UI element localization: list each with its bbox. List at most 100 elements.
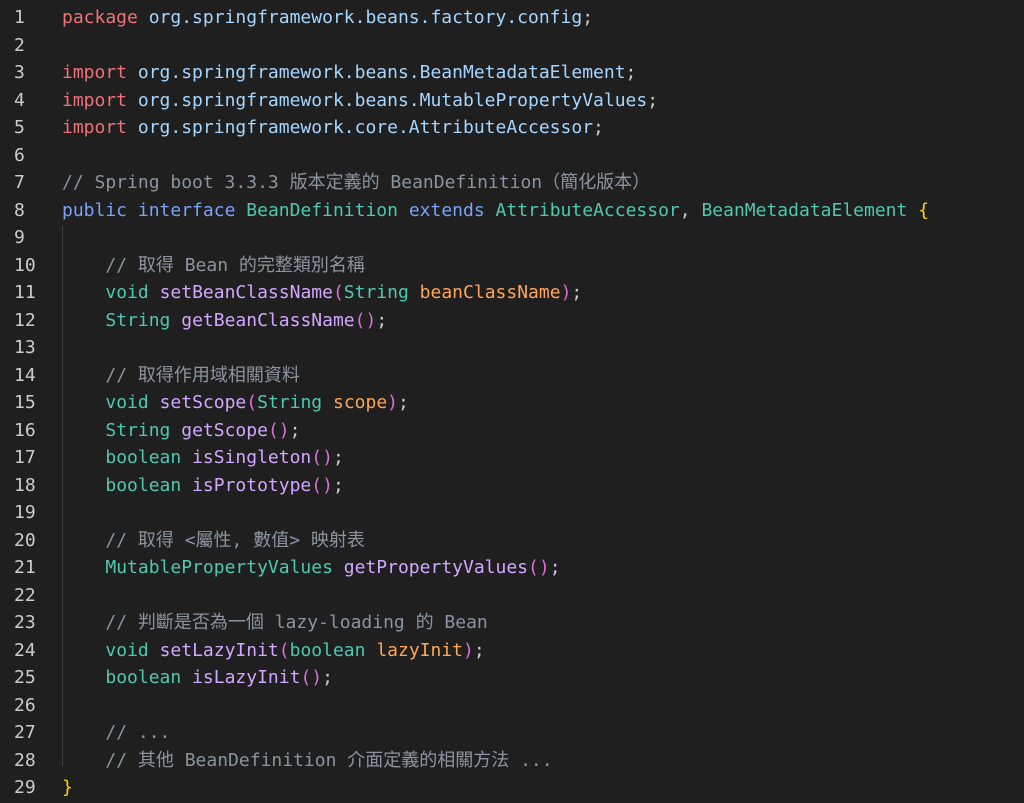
code-token: String (105, 309, 171, 331)
code-token: getPropertyValues (343, 557, 529, 578)
line-number: 19 (14, 502, 36, 523)
code-line[interactable]: 28 // 其他 BeanDefinition 介面定義的相關方法 ... (0, 747, 1024, 775)
code-token: boolean (289, 639, 366, 661)
code-line[interactable]: 20 // 取得 <屬性, 數值> 映射表 (0, 527, 1024, 555)
code-line[interactable]: 7 // Spring boot 3.3.3 版本定義的 BeanDefiniti… (0, 169, 1024, 197)
code-line[interactable]: 25 boolean isLazyInit(); (0, 664, 1024, 692)
code-line[interactable]: 29} (0, 774, 1024, 802)
code-line[interactable]: 23 // 判斷是否為一個 lazy-loading 的 Bean (0, 609, 1024, 637)
code-token: () (311, 474, 333, 496)
line-code: import org.springframework.beans.Mutable… (62, 87, 658, 115)
code-line[interactable]: 26 (0, 692, 1024, 720)
line-code: import org.springframework.beans.BeanMet… (62, 59, 636, 87)
line-number: 14 (14, 364, 36, 386)
code-token: () (311, 447, 333, 468)
code-line[interactable]: 27 // ... (0, 719, 1024, 747)
code-token: () (300, 667, 323, 688)
code-token: String (105, 419, 171, 441)
code-token: ; (332, 447, 344, 468)
code-token: org.springframework.core.AttributeAccess… (137, 117, 594, 138)
code-token: BeanDefinition (246, 199, 398, 221)
code-line[interactable]: 9 (0, 224, 1024, 252)
code-token: AttributeAccessor (495, 199, 680, 221)
code-token: package (62, 7, 138, 28)
code-line[interactable]: 6 (0, 142, 1024, 170)
code-line[interactable]: 14 // 取得作用域相關資料 (0, 362, 1024, 390)
code-line[interactable]: 19 (0, 499, 1024, 527)
code-token: ; (332, 474, 344, 496)
code-line[interactable]: 16 String getScope(); (0, 417, 1024, 445)
code-token: BeanMetadataElement (701, 199, 908, 221)
code-token: ; (376, 309, 388, 331)
code-token: // 取得 Bean 的完整類別名稱 (105, 254, 365, 276)
line-code: // ... (62, 719, 170, 747)
code-line[interactable]: 8 public interface BeanDefinition extends… (0, 197, 1024, 225)
line-number: 28 (14, 749, 36, 771)
code-token: org.springframework.beans.factory.config (148, 7, 583, 28)
line-number: 26 (14, 694, 36, 716)
code-line[interactable]: 2 (0, 32, 1024, 60)
code-line[interactable]: 21 MutablePropertyValues getPropertyValu… (0, 554, 1024, 582)
code-line[interactable]: 18 boolean isPrototype(); (0, 472, 1024, 500)
line-number: 18 (14, 474, 36, 496)
line-number: 27 (14, 722, 36, 743)
line-code: import org.springframework.core.Attribut… (62, 114, 604, 142)
code-token: ; (322, 667, 333, 688)
code-token: import (62, 89, 128, 111)
line-number: 24 (14, 639, 36, 661)
code-token: setBeanClassName (159, 282, 333, 303)
code-token: void (105, 282, 149, 303)
line-number: 5 (14, 117, 25, 138)
line-code: // 其他 BeanDefinition 介面定義的相關方法 ... (62, 747, 552, 775)
line-number: 23 (14, 612, 36, 633)
code-line[interactable]: 15 void setScope(String scope); (0, 389, 1024, 417)
code-line[interactable]: 10 // 取得 Bean 的完整類別名稱 (0, 252, 1024, 280)
code-token: // 取得作用域相關資料 (105, 364, 300, 386)
code-line[interactable]: 13 (0, 334, 1024, 362)
line-code: MutablePropertyValues getPropertyValues(… (62, 554, 560, 582)
code-line[interactable]: 24 void setLazyInit(boolean lazyInit); (0, 637, 1024, 665)
code-line[interactable]: 22 (0, 582, 1024, 610)
line-code: // 判斷是否為一個 lazy-loading 的 Bean (62, 609, 487, 637)
code-token: MutablePropertyValues (105, 557, 333, 578)
code-token: ; (582, 7, 594, 28)
code-token: interface (137, 199, 236, 221)
code-token: import (62, 117, 128, 138)
code-line[interactable]: 1 package org.springframework.beans.facto… (0, 4, 1024, 32)
code-line[interactable]: 5 import org.springframework.core.Attribu… (0, 114, 1024, 142)
code-line[interactable]: 12 String getBeanClassName(); (0, 307, 1024, 335)
line-code: String getScope(); (62, 417, 300, 445)
line-number: 10 (14, 254, 36, 276)
line-number: 7 (14, 172, 25, 193)
code-editor[interactable]: 1 package org.springframework.beans.facto… (0, 0, 1024, 803)
code-line[interactable]: 17 boolean isSingleton(); (0, 444, 1024, 472)
code-line[interactable]: 11 void setBeanClassName(String beanClas… (0, 279, 1024, 307)
code-token: setLazyInit (159, 639, 279, 661)
code-token: boolean (105, 667, 182, 688)
code-line[interactable]: 3 import org.springframework.beans.BeanMe… (0, 59, 1024, 87)
line-code: boolean isLazyInit(); (62, 664, 333, 692)
line-number: 22 (14, 584, 36, 606)
code-line[interactable]: 4 import org.springframework.beans.Mutabl… (0, 87, 1024, 115)
code-token: ( (332, 282, 344, 303)
line-number: 15 (14, 392, 36, 413)
line-code: String getBeanClassName(); (62, 307, 387, 335)
line-code: boolean isPrototype(); (62, 472, 344, 500)
code-token: // 取得 <屬性, 數值> 映射表 (105, 529, 365, 551)
